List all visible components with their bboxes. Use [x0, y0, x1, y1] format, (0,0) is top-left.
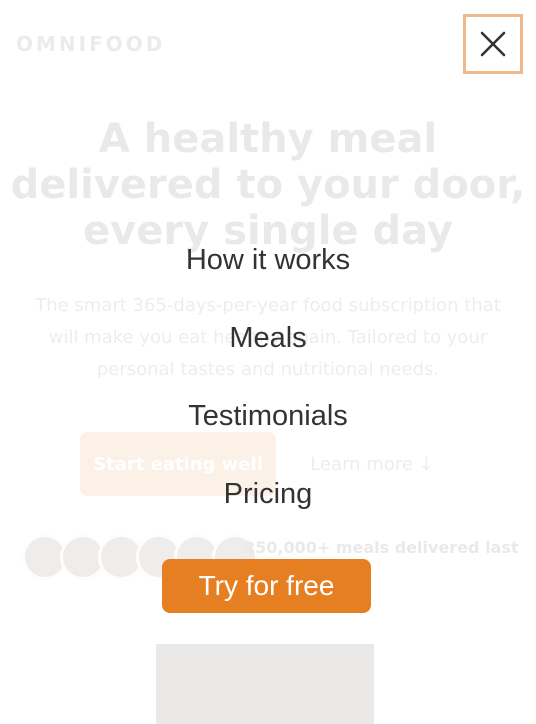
try-for-free-button[interactable]: Try for free — [162, 559, 371, 613]
mobile-nav-overlay: How it works Meals Testimonials Pricing … — [0, 0, 536, 712]
nav-link-meals[interactable]: Meals — [0, 322, 536, 355]
nav-link-how-it-works[interactable]: How it works — [0, 244, 536, 277]
nav-link-testimonials[interactable]: Testimonials — [0, 400, 536, 433]
close-icon — [480, 31, 506, 57]
nav-link-pricing[interactable]: Pricing — [0, 478, 536, 511]
close-menu-button[interactable] — [463, 14, 523, 74]
